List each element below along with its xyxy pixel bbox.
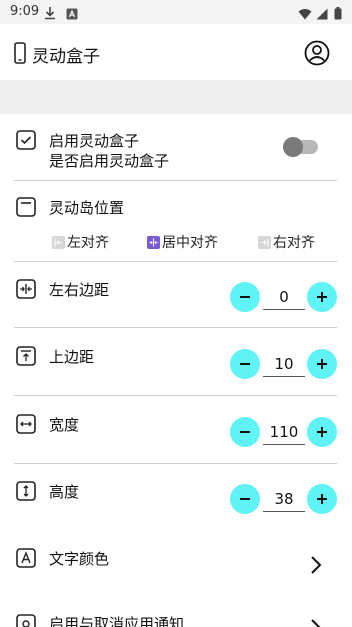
notification-icon [16, 614, 36, 627]
divider [14, 261, 337, 262]
minus-icon [240, 498, 250, 500]
width-value[interactable]: 110 [263, 423, 305, 445]
margin-lr-increment-button[interactable] [307, 282, 337, 312]
margin-top-title: 上边距 [49, 348, 95, 366]
plus-icon [317, 427, 327, 437]
height-title: 高度 [49, 483, 80, 501]
signal-icon [316, 5, 328, 24]
align-center-icon [147, 235, 160, 249]
height-increment-button[interactable] [307, 484, 337, 514]
battery-icon [334, 5, 342, 24]
phone-icon [14, 42, 26, 68]
notifications-title: 启用与取消应用通知 [49, 615, 185, 627]
margin-top-value[interactable]: 10 [263, 355, 305, 377]
minus-icon [240, 431, 250, 433]
status-bar: 9:09 [0, 0, 352, 24]
header-spacer [0, 80, 352, 114]
plus-icon [317, 494, 327, 504]
island-position-icon [16, 197, 36, 221]
minus-icon [240, 296, 250, 298]
width-title: 宽度 [49, 416, 80, 434]
divider [14, 180, 337, 181]
align-left-label: 左对齐 [67, 235, 109, 251]
width-increment-button[interactable] [307, 417, 337, 447]
wifi-icon [298, 5, 312, 24]
text-color-title: 文字颜色 [49, 550, 110, 568]
align-center-label: 居中对齐 [162, 235, 218, 251]
plus-icon [317, 292, 327, 302]
checkbox-icon [16, 130, 36, 154]
align-right-label: 右对齐 [273, 235, 315, 251]
align-right-icon [258, 235, 271, 249]
page-title: 灵动盒子 [32, 47, 100, 67]
margin-lr-decrement-button[interactable] [230, 282, 260, 312]
align-right-option[interactable]: 右对齐 [258, 232, 315, 252]
width-icon [16, 414, 36, 438]
align-center-option[interactable]: 居中对齐 [147, 232, 218, 252]
status-time: 9:09 [10, 4, 40, 19]
divider [14, 395, 337, 396]
top-margin-icon [16, 346, 36, 370]
horizontal-margin-icon [16, 279, 36, 303]
plus-icon [317, 359, 327, 369]
height-decrement-button[interactable] [230, 484, 260, 514]
divider [14, 463, 337, 464]
height-value[interactable]: 38 [263, 490, 305, 512]
align-left-option[interactable]: 左对齐 [52, 232, 109, 252]
island-position-title: 灵动岛位置 [49, 199, 125, 217]
enable-title: 启用灵动盒子 [49, 132, 140, 150]
margin-top-decrement-button[interactable] [230, 349, 260, 379]
height-icon [16, 481, 36, 505]
margin-lr-value[interactable]: 0 [263, 288, 305, 310]
divider [14, 327, 337, 328]
enable-toggle[interactable] [283, 137, 303, 157]
margin-lr-title: 左右边距 [49, 281, 110, 299]
download-icon [44, 5, 56, 24]
app-bar: 灵动盒子 [0, 24, 352, 80]
text-color-icon [16, 548, 36, 572]
enable-subtitle: 是否启用灵动盒子 [49, 152, 170, 170]
account-icon[interactable] [304, 40, 330, 70]
width-decrement-button[interactable] [230, 417, 260, 447]
chevron-right-icon[interactable] [310, 618, 322, 627]
chevron-right-icon[interactable] [310, 555, 322, 579]
app-notification-icon [66, 5, 78, 24]
minus-icon [240, 363, 250, 365]
margin-top-increment-button[interactable] [307, 349, 337, 379]
align-left-icon [52, 235, 65, 249]
